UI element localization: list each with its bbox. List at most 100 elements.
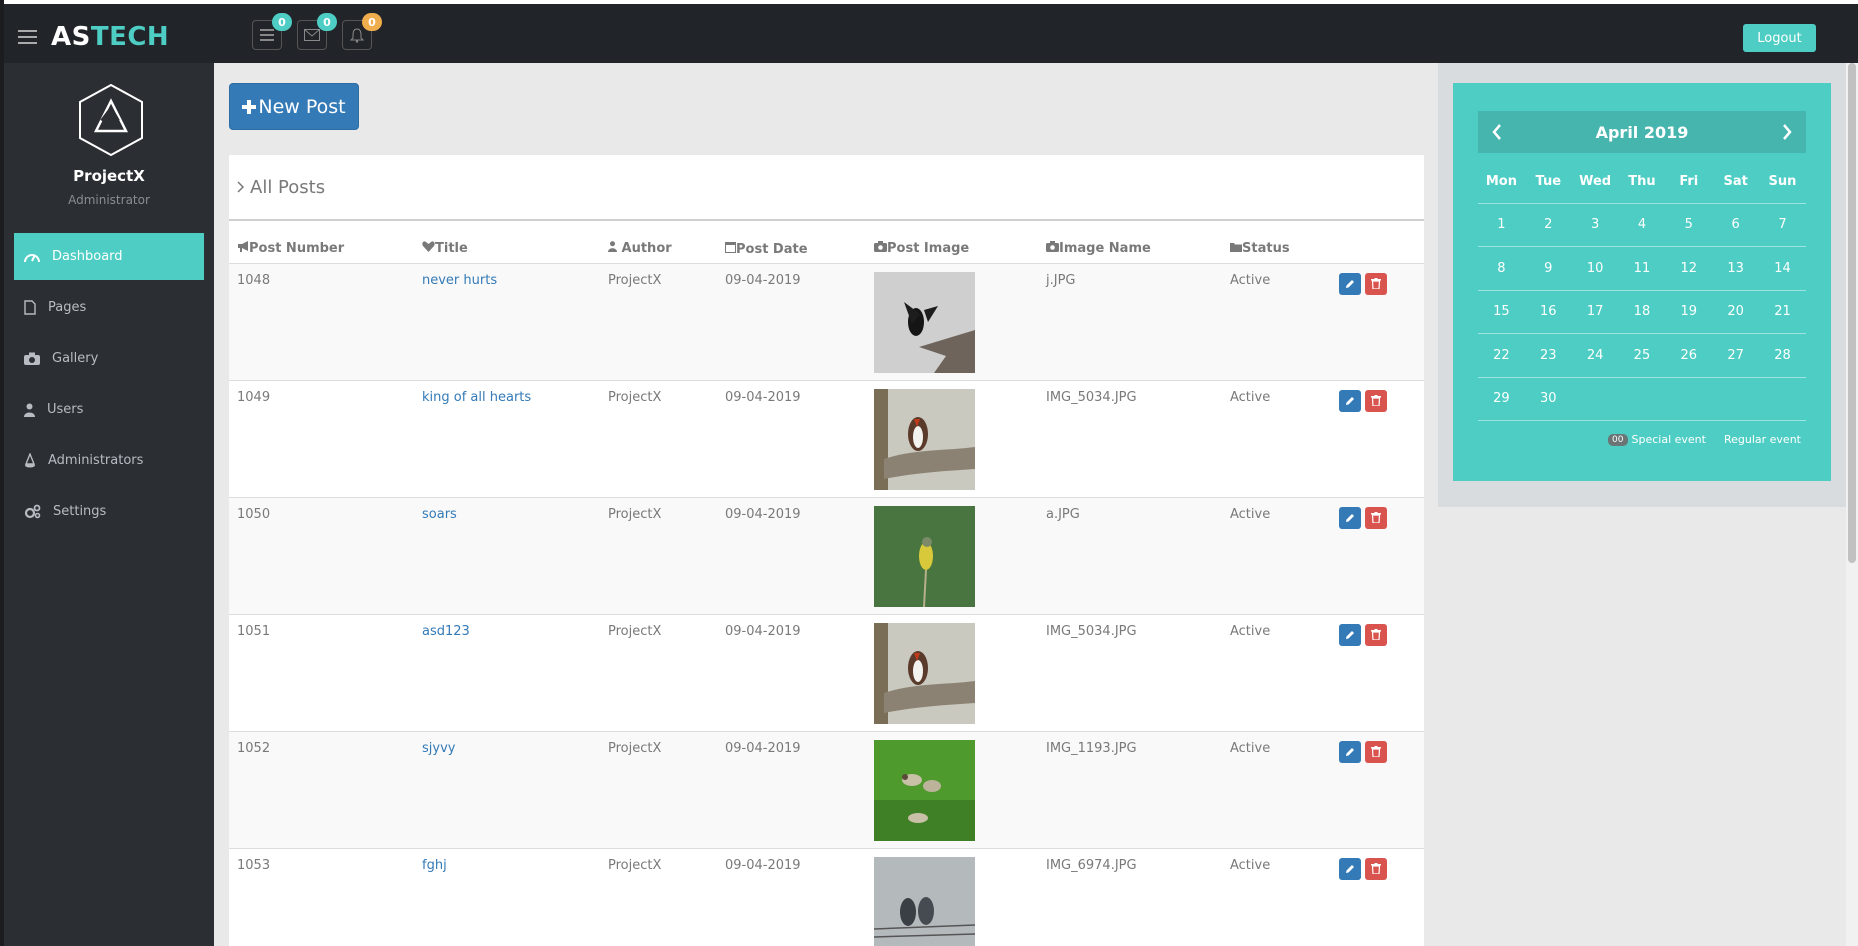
calendar-day[interactable]: 28 [1759,348,1806,363]
post-title-link[interactable]: soars [422,507,457,522]
calendar-day[interactable]: 23 [1525,348,1572,363]
delete-button[interactable] [1365,506,1387,529]
calendar-day[interactable]: 13 [1712,261,1759,276]
scrollbar-thumb[interactable] [1848,63,1856,563]
calendar-day[interactable]: 3 [1572,217,1619,232]
calendar-day[interactable]: 25 [1619,348,1666,363]
calendar-day[interactable]: 14 [1759,261,1806,276]
table-header-row: Post Number Title Author Post Date Post … [229,235,1424,264]
window-edge [0,0,4,946]
sidebar-item-dashboard[interactable]: Dashboard [14,233,204,280]
calendar-day[interactable]: 24 [1572,348,1619,363]
chevron-left-icon[interactable] [1492,124,1502,140]
brand-logo[interactable]: ASTECH [51,22,169,52]
calendar-day[interactable]: 27 [1712,348,1759,363]
col-author[interactable]: Author [600,235,717,264]
delete-button[interactable] [1365,740,1387,763]
page-scrollbar[interactable] [1846,63,1858,946]
logout-button[interactable]: Logout [1743,24,1816,52]
image-name: IMG_5034.JPG [1038,380,1222,498]
post-title-link[interactable]: sjyvy [422,741,455,756]
new-post-button[interactable]: New Post [229,83,359,130]
delete-button[interactable] [1365,389,1387,412]
calendar-day[interactable]: 11 [1619,261,1666,276]
edit-button[interactable] [1339,390,1361,412]
calendar-day[interactable]: 1 [1478,217,1525,232]
post-title-link[interactable]: fghj [422,858,447,873]
delete-button[interactable] [1365,857,1387,880]
panel-title: All Posts [229,155,1424,221]
user-icon [608,241,617,253]
col-title[interactable]: Title [414,235,600,264]
weekday: Mon [1485,173,1517,189]
notifications-button[interactable]: 0 [342,13,382,50]
calendar-day[interactable]: 8 [1478,261,1525,276]
col-status[interactable]: Status [1222,235,1331,264]
col-post-number[interactable]: Post Number [229,235,414,264]
calendar-day[interactable]: 18 [1619,304,1666,319]
col-post-image[interactable]: Post Image [866,235,1038,264]
col-post-date[interactable]: Post Date [717,235,866,264]
calendar-day[interactable]: 5 [1665,217,1712,232]
camera-icon [24,352,40,365]
posts-table: Post Number Title Author Post Date Post … [229,235,1424,946]
sidebar-item-administrators[interactable]: Administrators [14,437,204,484]
sidebar-item-pages[interactable]: Pages [14,284,204,331]
calendar-day[interactable]: 4 [1619,217,1666,232]
trash-icon [1371,278,1381,289]
chevron-right-icon [237,181,245,193]
tasks-button[interactable]: 0 [252,13,292,50]
plus-icon [242,99,257,114]
post-author: ProjectX [600,614,717,732]
calendar-day[interactable]: 6 [1712,217,1759,232]
sidebar-item-users[interactable]: Users [14,386,204,433]
table-row: 1053 fghj ProjectX 09-04-2019 IMG_6974.J… [229,848,1424,946]
calendar-day[interactable]: 20 [1712,304,1759,319]
post-status: Active [1222,497,1331,615]
calendar-day[interactable]: 16 [1525,304,1572,319]
pencil-icon [1346,865,1354,873]
calendar-day[interactable]: 10 [1572,261,1619,276]
post-title-link[interactable]: asd123 [422,624,470,639]
post-date: 09-04-2019 [717,848,866,946]
col-image-name[interactable]: Image Name [1038,235,1222,264]
envelope-icon [304,29,320,41]
edit-button[interactable] [1339,624,1361,646]
calendar-day[interactable]: 2 [1525,217,1572,232]
image-name: j.JPG [1038,263,1222,381]
calendar-day[interactable]: 29 [1478,391,1525,406]
edit-button[interactable] [1339,273,1361,295]
calendar-day[interactable]: 19 [1665,304,1712,319]
calendar-day[interactable]: 22 [1478,348,1525,363]
heart-icon [422,241,435,253]
messages-button[interactable]: 0 [297,13,337,50]
edit-button[interactable] [1339,858,1361,880]
gears-icon [24,504,41,519]
delete-button[interactable] [1365,272,1387,295]
sidebar-item-settings[interactable]: Settings [14,488,204,535]
calendar-widget: April 2019 Mon Tue Wed Thu Fri Sat Sun 1… [1453,83,1831,481]
sidebar-item-label: Gallery [52,351,99,366]
calendar-day[interactable]: 12 [1665,261,1712,276]
calendar-day[interactable]: 9 [1525,261,1572,276]
table-row: 1050 soars ProjectX 09-04-2019 a.JPG Act… [229,497,1424,615]
calendar-day[interactable]: 26 [1665,348,1712,363]
post-title-link[interactable]: king of all hearts [422,390,531,405]
calendar-weekdays: Mon Tue Wed Thu Fri Sat Sun [1478,160,1806,204]
edit-button[interactable] [1339,741,1361,763]
post-title-link[interactable]: never hurts [422,273,497,288]
menu-toggle-icon[interactable] [18,30,37,44]
calendar-day[interactable]: 21 [1759,304,1806,319]
edit-button[interactable] [1339,507,1361,529]
calendar-day[interactable]: 7 [1759,217,1806,232]
calendar-day[interactable]: 15 [1478,304,1525,319]
sidebar-item-gallery[interactable]: Gallery [14,335,204,382]
pencil-icon [1346,748,1354,756]
notifications-badge: 0 [362,13,382,31]
trash-icon [1371,512,1381,523]
calendar-day[interactable]: 17 [1572,304,1619,319]
chevron-right-icon[interactable] [1782,124,1792,140]
calendar-week: 29 30 [1478,378,1806,421]
delete-button[interactable] [1365,623,1387,646]
calendar-day[interactable]: 30 [1525,391,1572,406]
